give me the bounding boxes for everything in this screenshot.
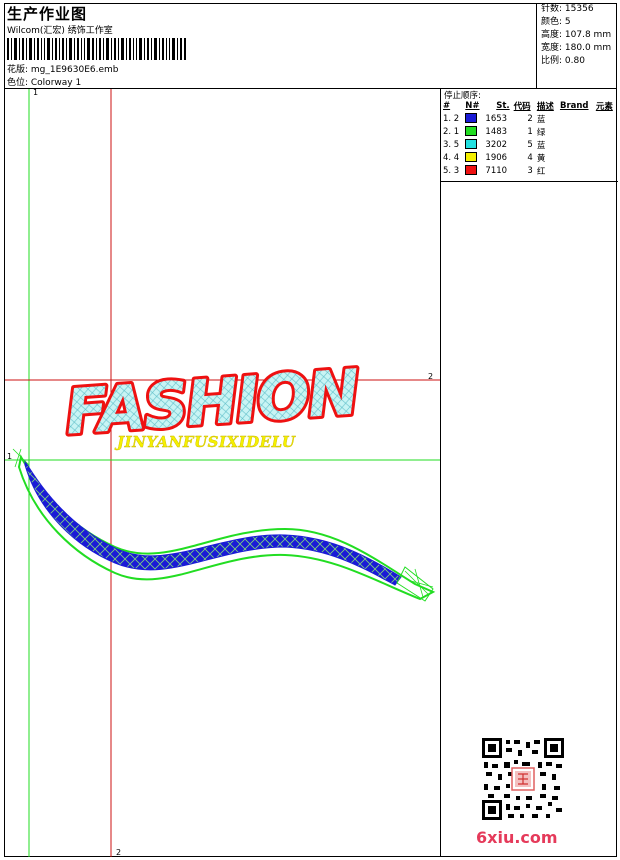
stat-scale: 比例: 0.80 [541, 56, 585, 66]
barcode [7, 38, 186, 60]
design-canvas: 1 2 1 2 FASHION JINYANFUSIXIDELU [5, 89, 440, 857]
company-name: Wilcom(汇宏) 绣饰工作室 [7, 26, 113, 36]
stats-panel: 针数: 15356 颜色: 5 高度: 107.8 mm 宽度: 180.0 m… [536, 3, 617, 89]
guide-vertical-red-label: 2 [116, 848, 121, 857]
header: 生产作业图 Wilcom(汇宏) 绣饰工作室 花版: mg_1E9630E6.e… [4, 3, 617, 89]
guide-horizontal-green-label: 1 [7, 452, 12, 461]
guide-vertical-green-label: 1 [33, 89, 38, 97]
divider [441, 181, 618, 182]
qr-code [482, 738, 564, 820]
fashion-logo: FASHION JINYANFUSIXIDELU [60, 352, 364, 451]
page-title: 生产作业图 [7, 5, 88, 23]
color-swatch [463, 138, 483, 151]
table-row: 2. 1 1483 1 绿 [443, 125, 546, 138]
watermark-brand: 6xiu.com [476, 828, 558, 847]
color-swatch [463, 112, 483, 125]
table-header-row: # N# St. 代码 描述 Brand 元素 [443, 100, 613, 112]
table-row: 5. 3 7110 3 红 [443, 164, 546, 177]
stat-width: 宽度: 180.0 mm [541, 43, 612, 53]
stop-sequence-table: # N# St. 代码 描述 Brand 元素 1. 2 1653 2 蓝 2.… [441, 99, 617, 177]
colorway: 色位: Colorway 1 [7, 78, 82, 88]
color-swatch [463, 151, 483, 164]
table-row: 4. 4 1906 4 黄 [443, 151, 546, 164]
sub-text: JINYANFUSIXIDELU [114, 433, 296, 451]
color-swatch [463, 125, 483, 138]
stat-height: 高度: 107.8 mm [541, 30, 612, 40]
wave-ribbon [12, 448, 436, 602]
table-row: 1. 2 1653 2 蓝 [443, 112, 546, 125]
stat-stitches: 针数: 15356 [541, 4, 594, 14]
guide-horizontal-red-label: 2 [428, 372, 433, 381]
table-row: 3. 5 3202 5 蓝 [443, 138, 546, 151]
color-swatch [463, 164, 483, 177]
design-file-name: 花版: mg_1E9630E6.emb [7, 65, 119, 75]
stat-colors: 颜色: 5 [541, 17, 571, 27]
